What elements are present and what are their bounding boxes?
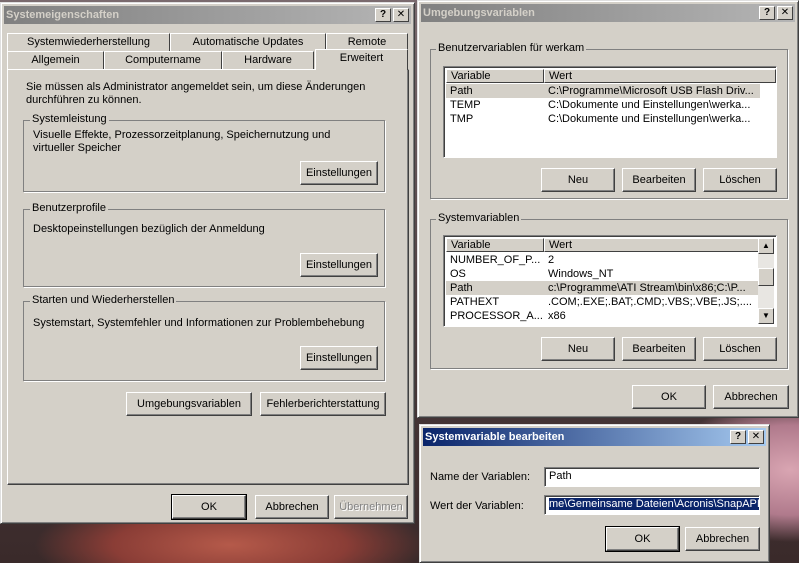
edit-system-variable-titlebar[interactable]: Systemvariable bearbeiten ? ✕ — [423, 428, 766, 446]
environment-variables-button[interactable]: Umgebungsvariablen — [126, 392, 252, 416]
variable-name: NUMBER_OF_P... — [450, 254, 541, 266]
environment-variables-titlebar[interactable]: Umgebungsvariablen ? ✕ — [421, 4, 795, 22]
system-variable-row[interactable]: NUMBER_OF_P... 2 — [446, 253, 760, 267]
ok-button[interactable]: OK — [171, 494, 247, 520]
edit-system-variable-dialog: Systemvariable bearbeiten ? ✕ Name der V… — [419, 424, 770, 563]
variable-name: Path — [450, 85, 473, 97]
variable-value: .COM;.EXE;.BAT;.CMD;.VBS;.VBE;.JS;.... — [548, 296, 752, 308]
variable-value-label: Wert der Variablen: — [430, 500, 524, 512]
variable-name: Path — [450, 282, 473, 294]
user-variable-row[interactable]: TEMP C:\Dokumente und Einstellungen\werk… — [446, 98, 760, 112]
column-header-value[interactable]: Wert — [544, 69, 776, 83]
window-title: Umgebungsvariablen — [423, 7, 535, 19]
variable-value: 2 — [548, 254, 555, 266]
ok-button[interactable]: OK — [605, 526, 680, 552]
error-reporting-button[interactable]: Fehlerberichterstattung — [260, 392, 386, 416]
performance-group-label: Systemleistung — [30, 113, 109, 125]
variable-name-label: Name der Variablen: — [430, 471, 531, 483]
startup-recovery-description: Systemstart, Systemfehler und Informatio… — [33, 317, 365, 329]
performance-description: Visuelle Effekte, Prozessorzeitplanung, … — [33, 129, 331, 154]
variable-value: C:\Programme\Microsoft USB Flash Driv... — [548, 85, 754, 97]
scroll-up-icon[interactable]: ▲ — [758, 238, 774, 254]
performance-settings-button[interactable]: Einstellungen — [300, 161, 378, 185]
environment-variables-window: Umgebungsvariablen ? ✕ Benutzervariablen… — [417, 0, 799, 418]
tab-allgemein[interactable]: Allgemein — [7, 51, 104, 69]
user-variables-list[interactable]: Variable Wert Path C:\Programme\Microsof… — [443, 66, 777, 158]
system-variable-row[interactable]: Path c:\Programme\ATI Stream\bin\x86;C:\… — [446, 281, 760, 295]
variable-value: c:\Programme\ATI Stream\bin\x86;C:\P... — [548, 282, 746, 294]
tab-erweitert[interactable]: Erweitert — [315, 49, 408, 70]
user-variables-group: Benutzervariablen für werkam Variable We… — [430, 42, 788, 199]
user-profiles-group-label: Benutzerprofile — [30, 202, 108, 214]
system-new-button[interactable]: Neu — [541, 337, 615, 361]
variable-value: C:\Dokumente und Einstellungen\werka... — [548, 99, 751, 111]
user-new-button[interactable]: Neu — [541, 168, 615, 192]
startup-recovery-group-label: Starten und Wiederherstellen — [30, 294, 177, 306]
user-profiles-group: Benutzerprofile Desktopeinstellungen bez… — [23, 202, 385, 287]
admin-note: Sie müssen als Administrator angemeldet … — [26, 81, 366, 106]
variable-name: OS — [450, 268, 466, 280]
tab-hardware[interactable]: Hardware — [222, 51, 314, 69]
variable-value-text: me\Gemeinsame Dateien\Acronis\SnapAPI\ — [549, 498, 759, 510]
user-edit-button[interactable]: Bearbeiten — [622, 168, 696, 192]
advanced-tab-panel: Sie müssen als Administrator angemeldet … — [7, 69, 409, 485]
column-header-value[interactable]: Wert — [544, 238, 760, 252]
system-edit-button[interactable]: Bearbeiten — [622, 337, 696, 361]
variable-name-field[interactable]: Path — [544, 467, 760, 487]
system-variables-header: Variable Wert — [446, 238, 760, 252]
variable-value: Windows_NT — [548, 268, 614, 280]
tab-automatische-updates[interactable]: Automatische Updates — [170, 33, 326, 51]
system-variables-list[interactable]: Variable Wert NUMBER_OF_P... 2 OS Window… — [443, 235, 777, 327]
variable-value: x86 — [548, 310, 566, 322]
user-variable-row[interactable]: Path C:\Programme\Microsoft USB Flash Dr… — [446, 84, 760, 98]
system-properties-window: Systemeigenschaften ? ✕ Systemwiederhers… — [0, 2, 415, 524]
startup-recovery-group: Starten und Wiederherstellen Systemstart… — [23, 294, 385, 381]
help-button[interactable]: ? — [375, 8, 391, 22]
system-variables-scrollbar[interactable]: ▲ ▼ — [758, 238, 774, 324]
help-button[interactable]: ? — [730, 430, 746, 444]
cancel-button[interactable]: Abbrechen — [713, 385, 789, 409]
user-profiles-settings-button[interactable]: Einstellungen — [300, 253, 378, 277]
user-profiles-description: Desktopeinstellungen bezüglich der Anmel… — [33, 223, 265, 235]
column-header-variable[interactable]: Variable — [446, 69, 544, 83]
close-button[interactable]: ✕ — [393, 8, 409, 22]
user-variables-group-label: Benutzervariablen für werkam — [436, 42, 587, 54]
system-delete-button[interactable]: Löschen — [703, 337, 777, 361]
user-variables-header: Variable Wert — [446, 69, 776, 83]
cancel-button[interactable]: Abbrechen — [685, 527, 760, 551]
cancel-button[interactable]: Abbrechen — [255, 495, 329, 519]
window-title: Systemeigenschaften — [6, 9, 120, 21]
variable-name: PROCESSOR_A... — [450, 310, 543, 322]
system-variable-row[interactable]: PROCESSOR_A... x86 — [446, 309, 760, 323]
system-variables-group-label: Systemvariablen — [436, 212, 522, 224]
variable-value: C:\Dokumente und Einstellungen\werka... — [548, 113, 751, 125]
tab-computername[interactable]: Computername — [104, 51, 222, 69]
apply-button[interactable]: Übernehmen — [334, 495, 408, 519]
close-button[interactable]: ✕ — [777, 6, 793, 20]
system-variable-row[interactable]: OS Windows_NT — [446, 267, 760, 281]
column-header-variable[interactable]: Variable — [446, 238, 544, 252]
dialog-title: Systemvariable bearbeiten — [425, 431, 565, 443]
user-variable-row[interactable]: TMP C:\Dokumente und Einstellungen\werka… — [446, 112, 760, 126]
user-delete-button[interactable]: Löschen — [703, 168, 777, 192]
variable-name: TEMP — [450, 99, 481, 111]
scroll-down-icon[interactable]: ▼ — [758, 308, 774, 324]
ok-button[interactable]: OK — [632, 385, 706, 409]
system-properties-titlebar[interactable]: Systemeigenschaften ? ✕ — [4, 6, 411, 24]
variable-name: TMP — [450, 113, 474, 125]
help-button[interactable]: ? — [759, 6, 775, 20]
performance-group: Systemleistung Visuelle Effekte, Prozess… — [23, 113, 385, 192]
system-variable-row[interactable]: PATHEXT .COM;.EXE;.BAT;.CMD;.VBS;.VBE;.J… — [446, 295, 760, 309]
startup-recovery-settings-button[interactable]: Einstellungen — [300, 346, 378, 370]
system-variables-group: Systemvariablen Variable Wert NUMBER_OF_… — [430, 212, 788, 369]
close-button[interactable]: ✕ — [748, 430, 764, 444]
tab-systemwiederherstellung[interactable]: Systemwiederherstellung — [7, 33, 170, 51]
variable-name: PATHEXT — [450, 296, 500, 308]
variable-value-field[interactable]: me\Gemeinsame Dateien\Acronis\SnapAPI\ — [544, 495, 760, 515]
scroll-thumb[interactable] — [758, 268, 774, 286]
